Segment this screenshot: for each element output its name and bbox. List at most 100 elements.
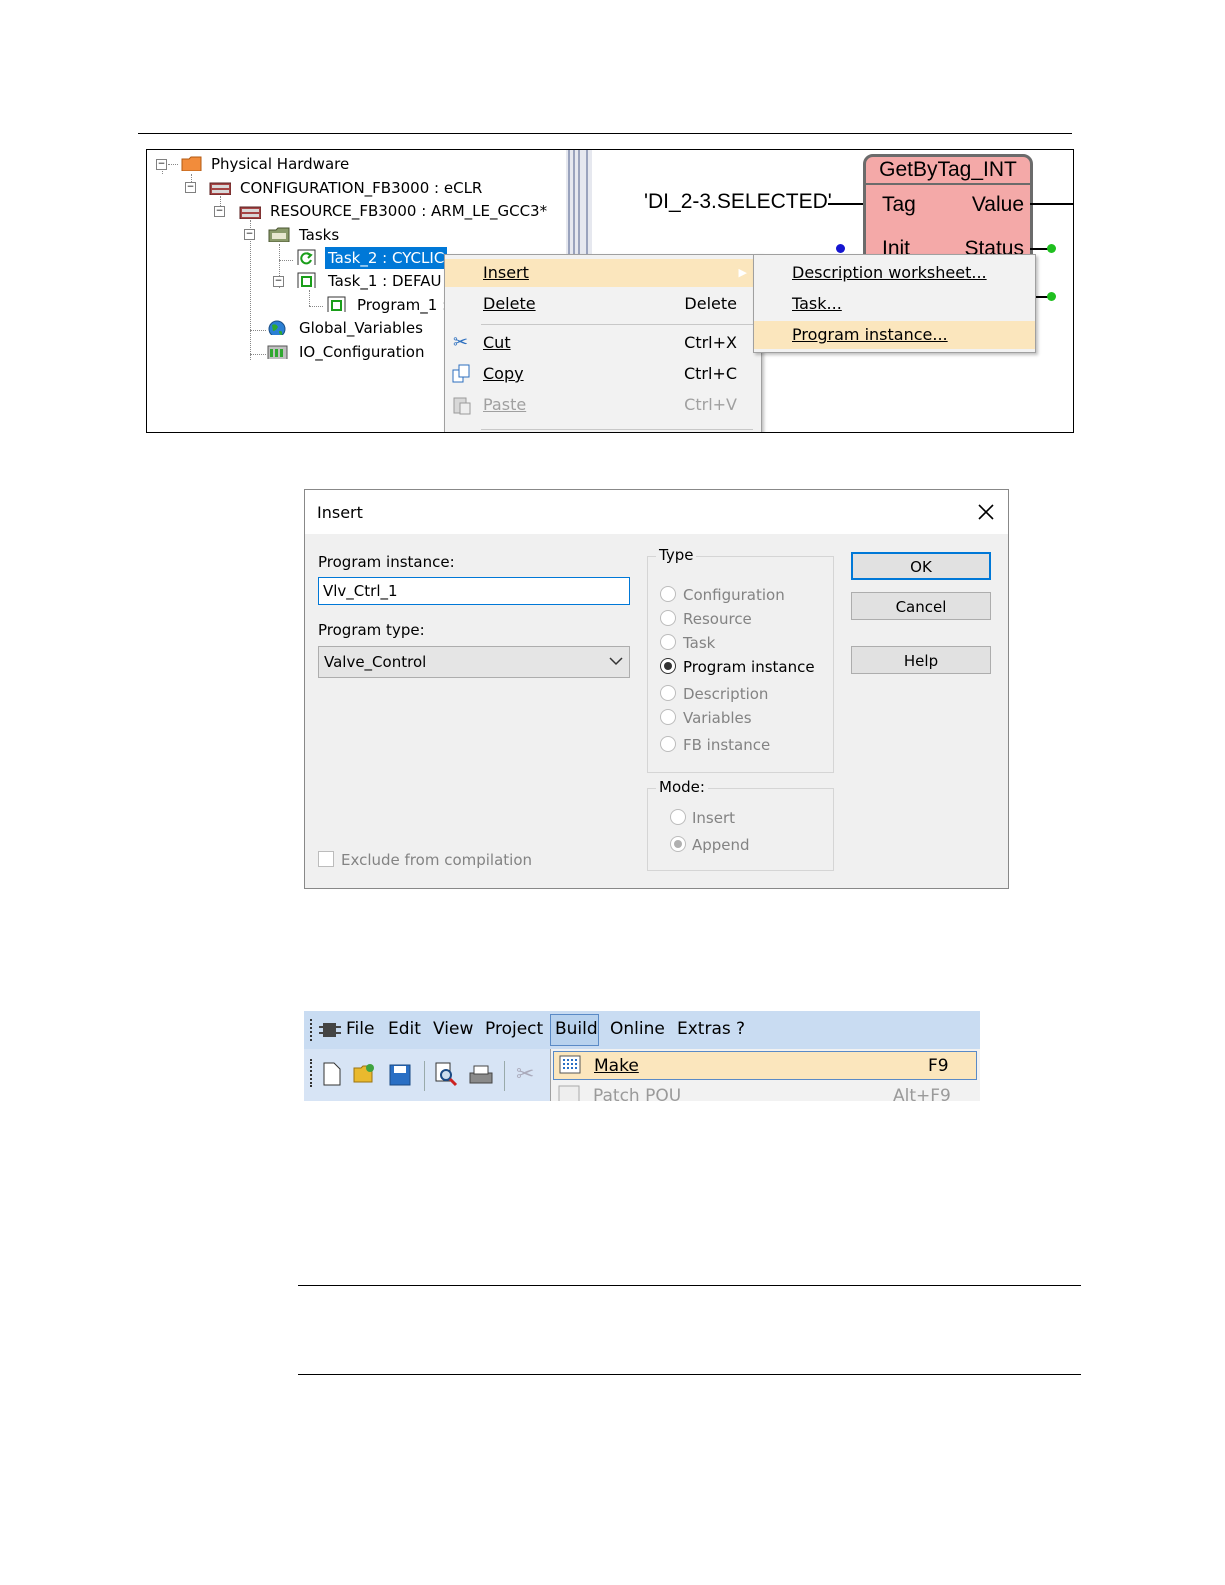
menubar: File Edit View Project Build Online Extr…	[304, 1011, 980, 1049]
exclude-label: Exclude from compilation	[341, 851, 533, 869]
open-folder-icon[interactable]	[352, 1062, 378, 1086]
program-instance-input[interactable]: Vlv_Ctrl_1	[318, 577, 630, 605]
menu-item-patch-pou[interactable]: Patch POU Alt+F9	[553, 1082, 977, 1101]
tree-item-task-2[interactable]: Task_2 : CYCLIC	[323, 246, 449, 270]
collapse-toggle[interactable]: −	[156, 159, 167, 170]
radio-label-insert: Insert	[692, 809, 736, 827]
input-connection-dot	[836, 244, 845, 253]
menu-edit[interactable]: Edit	[388, 1019, 421, 1039]
tree-item-resource[interactable]: RESOURCE_FB3000 : ARM_LE_GCC3*	[270, 200, 547, 222]
program-type-label: Program type:	[318, 621, 425, 639]
top-rule	[138, 133, 1072, 134]
ok-button[interactable]: OK	[851, 552, 991, 580]
chevron-down-icon	[609, 657, 623, 666]
radio-variables[interactable]	[660, 709, 676, 725]
cyclic-task-icon	[297, 249, 316, 265]
submenu-item-description-worksheet[interactable]: Description worksheet...	[754, 259, 1035, 287]
tree-item-task-1[interactable]: Task_1 : DEFAU	[328, 270, 442, 292]
radio-task[interactable]	[660, 634, 676, 650]
globe-icon	[268, 320, 286, 335]
hardware-folder-icon	[181, 156, 202, 171]
radio-append[interactable]	[670, 836, 686, 852]
tree-item-program-1[interactable]: Program_1 :	[357, 294, 447, 316]
tree-item-physical-hardware[interactable]: Physical Hardware	[211, 153, 349, 175]
help-button[interactable]: Help	[851, 646, 991, 674]
submenu-item-program-instance[interactable]: Program instance...	[754, 321, 1035, 349]
output-connection-dot	[1047, 292, 1056, 301]
dialog-titlebar: Insert	[305, 490, 1008, 534]
menu-item-copy[interactable]: Copy Ctrl+C	[445, 360, 761, 388]
menu-item-shortcut: Ctrl+C	[683, 364, 737, 383]
save-icon[interactable]	[388, 1063, 412, 1087]
menu-item-label: Delete	[483, 294, 536, 313]
pin-tag: Tag	[882, 193, 916, 216]
radio-resource[interactable]	[660, 610, 676, 626]
collapse-toggle[interactable]: −	[214, 206, 225, 217]
menu-help[interactable]: ?	[736, 1019, 745, 1039]
menu-item-shortcut: Alt+F9	[893, 1086, 951, 1101]
tree-item-tasks[interactable]: Tasks	[299, 224, 339, 246]
program-type-select[interactable]: Valve_Control	[318, 646, 630, 678]
program-icon	[327, 296, 346, 312]
submenu-item-task[interactable]: Task...	[754, 290, 1035, 318]
radio-description[interactable]	[660, 685, 676, 701]
exclude-checkbox[interactable]	[318, 851, 334, 867]
menu-item-shortcut: Ctrl+V	[684, 395, 737, 414]
menu-file[interactable]: File	[346, 1019, 374, 1039]
tree-item-configuration[interactable]: CONFIGURATION_FB3000 : eCLR	[240, 177, 482, 199]
radio-insert[interactable]	[670, 809, 686, 825]
menu-extras[interactable]: Extras	[677, 1019, 731, 1039]
paste-icon	[453, 397, 471, 415]
radio-label-resource: Resource	[683, 610, 752, 628]
radio-label-configuration: Configuration	[683, 586, 785, 604]
radio-label-description: Description	[683, 685, 769, 703]
tag-literal: 'DI_2-3.SELECTED'	[644, 190, 832, 213]
print-preview-icon[interactable]	[433, 1061, 459, 1087]
menu-project[interactable]: Project	[485, 1019, 543, 1039]
menu-item-shortcut: Delete	[684, 294, 737, 313]
menu-item-delete[interactable]: Delete Delete	[445, 290, 761, 318]
tree-item-global-variables[interactable]: Global_Variables	[299, 317, 423, 339]
copy-icon	[452, 364, 470, 383]
app-icon	[319, 1023, 341, 1037]
radio-program-instance[interactable]	[660, 658, 676, 674]
cut-icon[interactable]: ✂	[516, 1061, 534, 1087]
radio-configuration[interactable]	[660, 586, 676, 602]
menu-item-shortcut: F9	[928, 1056, 949, 1076]
note-rule-bottom	[298, 1374, 1081, 1375]
radio-label-task: Task	[683, 634, 716, 652]
radio-fb-instance[interactable]	[660, 736, 676, 752]
collapse-toggle[interactable]: −	[185, 182, 196, 193]
mode-group-label: Mode:	[656, 778, 708, 796]
menu-item-label: Copy	[483, 364, 524, 383]
menu-item-label: Paste	[483, 395, 527, 414]
submenu-arrow-icon: ▶	[738, 266, 747, 279]
cancel-button[interactable]: Cancel	[851, 592, 991, 620]
context-menu: Insert ▶ Delete Delete ✂ Cut Ctrl+X Copy…	[444, 254, 762, 432]
close-icon[interactable]	[976, 502, 996, 522]
print-icon[interactable]	[467, 1063, 495, 1087]
menu-item-label: Cut	[483, 333, 511, 352]
collapse-toggle[interactable]: −	[244, 229, 255, 240]
collapse-toggle[interactable]: −	[273, 276, 284, 287]
menu-item-label: Program instance...	[792, 325, 948, 344]
menu-item-cut[interactable]: ✂ Cut Ctrl+X	[445, 329, 761, 357]
function-block-getbytag[interactable]: GetByTag_INT Tag Value Init Status	[863, 154, 1033, 270]
program-instance-value: Vlv_Ctrl_1	[323, 582, 398, 600]
menu-build[interactable]: Build	[555, 1019, 598, 1039]
scissors-icon: ✂	[453, 332, 469, 353]
menu-item-make[interactable]: Make F9	[553, 1051, 977, 1080]
default-task-icon	[297, 272, 316, 288]
tree-item-io-configuration[interactable]: IO_Configuration	[299, 341, 424, 363]
menu-online[interactable]: Online	[610, 1019, 665, 1039]
menu-item-insert[interactable]: Insert ▶	[445, 259, 753, 287]
menu-item-paste[interactable]: Paste Ctrl+V	[445, 391, 761, 419]
program-type-value: Valve_Control	[324, 653, 427, 671]
output-connection-dot	[1047, 244, 1056, 253]
insert-submenu: Description worksheet... Task... Program…	[753, 254, 1036, 353]
new-file-icon[interactable]	[322, 1062, 342, 1086]
menubar-screenshot: File Edit View Project Build Online Extr…	[304, 1011, 980, 1101]
pin-value: Value	[971, 193, 1024, 216]
menu-view[interactable]: View	[433, 1019, 473, 1039]
resource-icon	[239, 206, 261, 219]
